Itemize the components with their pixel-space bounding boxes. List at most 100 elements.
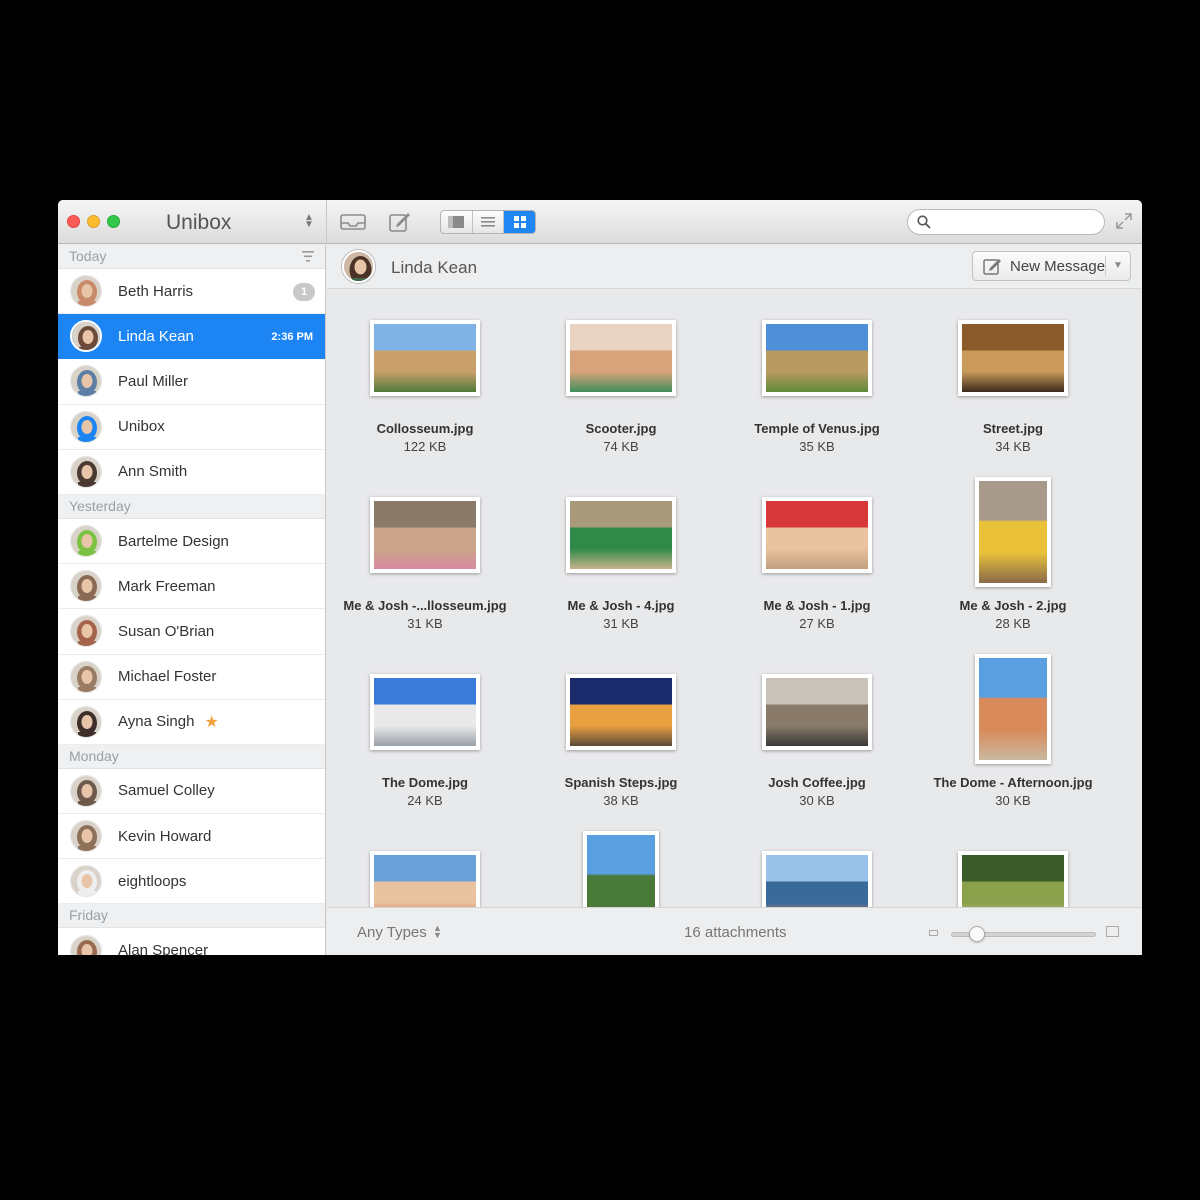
contact-name: eightloops	[118, 872, 187, 890]
attachment-name: Collosseum.jpg	[376, 421, 474, 436]
attachment-thumbnail[interactable]	[762, 674, 872, 750]
contact-item[interactable]: Michael Foster	[58, 655, 325, 700]
section-title: Monday	[69, 747, 119, 764]
new-message-label: New Message	[1010, 257, 1106, 275]
avatar	[70, 865, 102, 898]
contact-name: Ann Smith	[118, 463, 188, 481]
grid-view-button[interactable]	[504, 211, 535, 233]
contact-name: Paul Miller	[118, 372, 189, 390]
contact-item[interactable]: Alan Spencer	[58, 928, 325, 955]
avatar	[70, 365, 102, 398]
attachment-thumbnail[interactable]	[583, 831, 659, 907]
attachment-size: 31 KB	[407, 616, 443, 631]
select-arrows-icon[interactable]: ▲ ▼	[433, 924, 442, 940]
avatar	[70, 820, 102, 853]
conversation-pane: Linda Kean New Message ▼ Collosseum.jpg 1…	[327, 245, 1142, 955]
attachment-thumbnail[interactable]	[566, 497, 676, 573]
attachment-thumbnail[interactable]	[370, 674, 480, 750]
contact-name: Mark Freeman	[118, 577, 216, 595]
attachment-thumbnail[interactable]	[762, 320, 872, 396]
attachment-thumbnail[interactable]	[975, 477, 1051, 587]
contact-item[interactable]: Bartelme Design	[58, 519, 325, 565]
contacts-sidebar: Today Beth Harris 1 Linda Kean 2:36 PM Paul M…	[58, 245, 326, 955]
attachment-thumbnail[interactable]	[370, 320, 480, 396]
avatar	[70, 774, 102, 807]
attachment-thumbnail[interactable]	[370, 851, 480, 907]
contact-name: Kevin Howard	[118, 827, 212, 845]
compose-icon	[389, 213, 410, 232]
contact-item[interactable]: Kevin Howard	[58, 814, 325, 860]
contact-item[interactable]: Ayna Singh ★	[58, 700, 325, 745]
attachment-size: 27 KB	[799, 616, 835, 631]
attachment-thumbnail[interactable]	[566, 320, 676, 396]
contact-item[interactable]: Unibox	[58, 405, 325, 450]
contact-item[interactable]: eightloops	[58, 859, 325, 905]
inbox-icon	[340, 214, 366, 230]
attachment-thumbnail[interactable]	[762, 851, 872, 907]
contact-item[interactable]: Ann Smith	[58, 450, 325, 495]
single-view-button[interactable]	[441, 211, 473, 233]
contact-item[interactable]: Susan O'Brian	[58, 609, 325, 655]
attachment-thumbnail[interactable]	[975, 654, 1051, 764]
list-view-button[interactable]	[473, 211, 505, 233]
attachment-thumbnail[interactable]	[958, 320, 1068, 396]
attachment-name: Street.jpg	[983, 421, 1043, 436]
avatar	[70, 410, 102, 443]
conversation-contact-name: Linda Kean	[391, 258, 478, 277]
avatar	[70, 525, 102, 558]
attachment-size: 122 KB	[403, 439, 447, 454]
attachment-size: 31 KB	[603, 616, 639, 631]
contact-name: Linda Kean	[118, 327, 194, 345]
divider	[1105, 256, 1106, 276]
attachment-name: Spanish Steps.jpg	[564, 775, 678, 790]
contact-item[interactable]: Paul Miller	[58, 359, 325, 405]
attachments-grid: Collosseum.jpg 122 KB Scooter.jpg 74 KB Temp…	[327, 290, 1142, 907]
search-field[interactable]	[907, 209, 1105, 235]
compose-button[interactable]	[388, 210, 412, 234]
avatar	[70, 275, 102, 308]
contact-item[interactable]: Beth Harris 1	[58, 269, 325, 315]
filter-icon[interactable]	[302, 251, 314, 262]
attachment-thumbnail[interactable]	[958, 851, 1068, 907]
avatar	[70, 455, 102, 488]
zoom-out-icon[interactable]	[929, 930, 938, 936]
account-selector[interactable]: Unibox	[166, 211, 231, 235]
contact-name: Beth Harris	[118, 282, 194, 300]
close-window-button[interactable]	[67, 215, 80, 228]
search-icon	[917, 215, 931, 229]
attachment-thumbnail[interactable]	[566, 674, 676, 750]
slider-knob[interactable]	[969, 926, 986, 942]
list-view-icon	[481, 217, 495, 227]
app-window: Unibox ▲ ▼ Today Beth Harris 1 Linda Kea…	[58, 200, 1142, 955]
new-message-button[interactable]: New Message ▼	[972, 251, 1131, 281]
message-time: 2:36 PM	[271, 331, 313, 344]
type-filter-select[interactable]: Any Types	[357, 924, 427, 941]
section-header: Today	[58, 245, 325, 269]
section-header: Friday	[58, 904, 325, 929]
unread-badge: 1	[293, 283, 315, 301]
contact-name: Michael Foster	[118, 668, 217, 686]
contact-name: Susan O'Brian	[118, 622, 215, 640]
attachment-thumbnail[interactable]	[370, 497, 480, 573]
contact-item[interactable]: Samuel Colley	[58, 769, 325, 815]
attachment-name: The Dome.jpg	[382, 775, 468, 790]
attachment-size: 35 KB	[799, 439, 835, 454]
section-title: Friday	[69, 907, 108, 924]
grid-view-icon	[513, 216, 526, 228]
zoom-window-button[interactable]	[107, 215, 120, 228]
star-icon[interactable]: ★	[204, 712, 218, 732]
attachment-size: 24 KB	[407, 793, 443, 808]
attachment-size: 30 KB	[995, 793, 1031, 808]
account-switch-arrows-icon[interactable]: ▲ ▼	[304, 213, 314, 230]
contact-item[interactable]: Mark Freeman	[58, 564, 325, 610]
contact-item[interactable]: Linda Kean 2:36 PM	[58, 314, 325, 360]
inbox-button[interactable]	[338, 210, 368, 234]
minimize-window-button[interactable]	[87, 215, 100, 228]
chevron-down-icon[interactable]: ▼	[1113, 260, 1123, 271]
attachment-size: 38 KB	[603, 793, 639, 808]
single-view-icon	[448, 216, 465, 228]
avatar[interactable]	[342, 250, 375, 283]
fullscreen-icon[interactable]	[1116, 213, 1132, 229]
zoom-in-icon[interactable]	[1106, 926, 1119, 937]
attachment-thumbnail[interactable]	[762, 497, 872, 573]
